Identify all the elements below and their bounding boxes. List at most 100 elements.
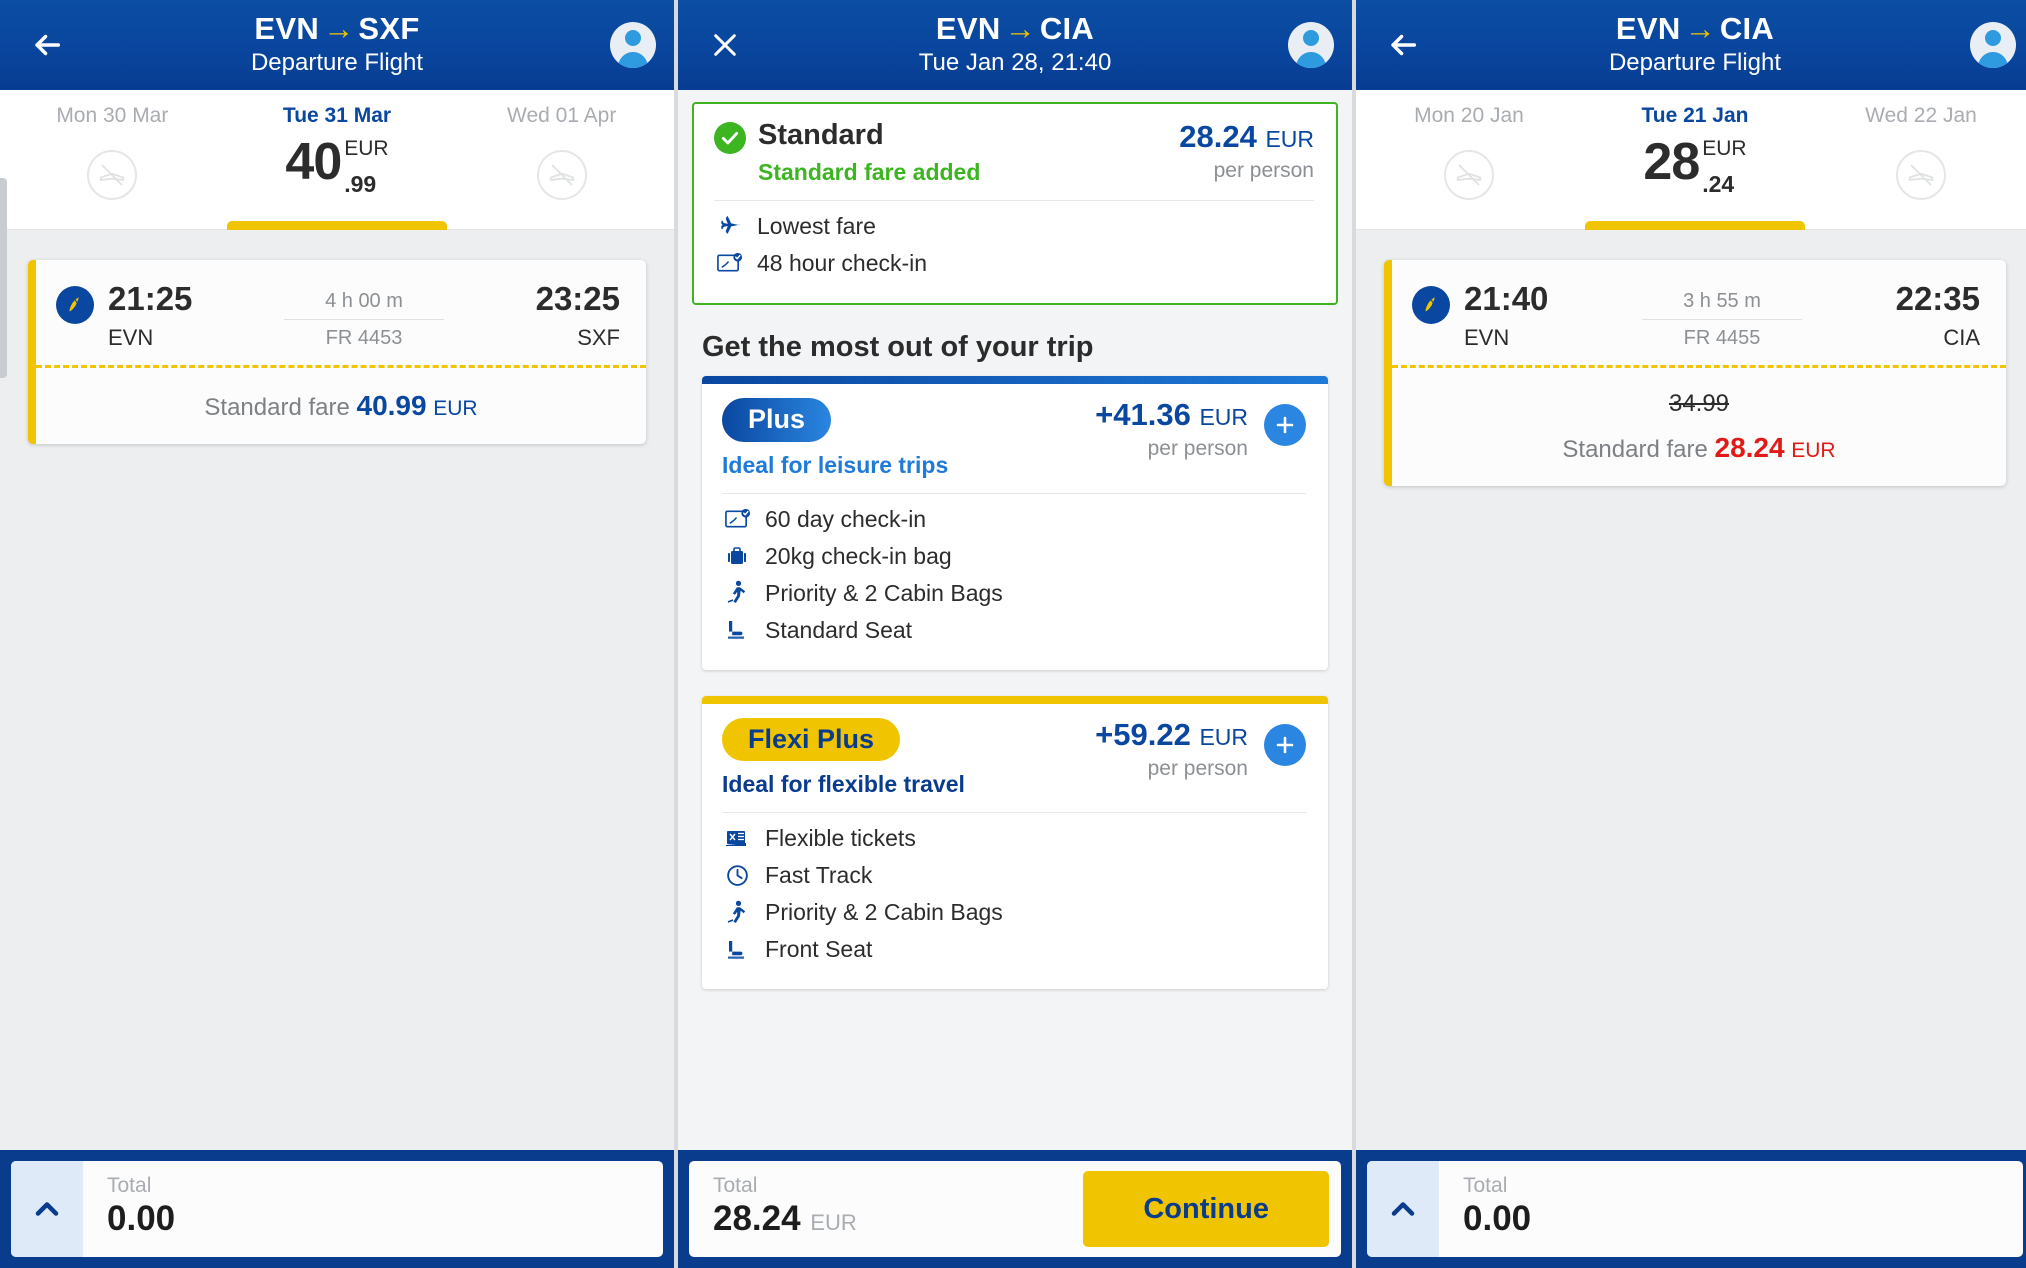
total-label: Total [713,1174,758,1197]
price-decimal: .24 [1702,171,1735,197]
upgrade-card-plus[interactable]: Plus Ideal for leisure trips +41.36 EUR … [702,375,1328,670]
suitcase-icon [722,543,752,569]
account-avatar-icon[interactable] [1970,22,2016,68]
scrollbar-indicator[interactable] [0,178,7,378]
fare-amount: 28.24 [1714,431,1785,463]
card-top-accent [702,375,1328,384]
flight-number: FR 4455 [1683,327,1761,349]
depart-time: 21:25 [108,280,193,317]
route-arrow-icon: → [323,11,355,47]
continue-button[interactable]: Continue [1083,1171,1329,1247]
back-arrow-icon[interactable] [18,16,76,74]
plus-subtitle: Ideal for leisure trips [722,451,949,478]
price-integer: 40 [285,133,342,191]
feature-row: Front Seat [722,936,1306,963]
date-tab[interactable]: Mon 20 Jan [1356,90,1582,229]
plus-circle-icon[interactable] [1264,403,1306,446]
arrive-time: 23:25 [535,280,620,317]
flexi-plus-currency: EUR [1199,723,1248,750]
date-label: Mon 20 Jan [1414,104,1524,127]
feature-row: 48 hour check-in [714,250,1314,277]
center-body: Standard Standard fare added 28.24 EUR p… [678,90,1352,1150]
plus-per-person: per person [1147,436,1248,460]
fare-label: Standard fare [204,393,350,421]
feature-label: Standard Seat [765,616,913,643]
total-currency: EUR [810,1210,857,1235]
account-avatar-icon[interactable] [1288,22,1334,68]
panel-center-fare-upgrade: EVN → CIA Tue Jan 28, 21:40 Standard Stand… [678,0,1352,1268]
flexible-ticket-icon [722,826,752,852]
right-date-strip: Mon 20 Jan Tue 21 Jan 28 EUR .24 Wed 22 … [1356,90,2026,230]
left-route-from: EVN [254,11,320,47]
feature-row: Priority & 2 Cabin Bags [722,899,1306,926]
standard-currency: EUR [1265,126,1314,152]
upgrade-section-title: Get the most out of your trip [702,330,1094,363]
date-label: Tue 31 Mar [282,104,392,127]
no-flight-icon [1444,150,1494,200]
flight-card[interactable]: 21:40 EVN 3 h 55 m FR 4455 22:35 CIA 34.… [1384,260,2006,486]
total-block: Total 0.00 [83,1161,663,1257]
no-flight-icon [536,150,587,200]
total-value: 0.00 [107,1199,176,1238]
priority-walk-icon [722,900,752,926]
standard-fare-card[interactable]: Standard Standard fare added 28.24 EUR p… [692,102,1338,305]
date-tab-selected[interactable]: Tue 21 Jan 28 EUR .24 [1582,90,1808,230]
date-label: Tue 21 Jan [1641,104,1749,127]
center-route: EVN → CIA [919,11,1112,47]
route-arrow-icon: → [1684,11,1716,47]
total-label: Total [107,1174,152,1197]
divider [722,492,1306,494]
flexi-plus-price: +59.22 [1095,716,1191,752]
date-tab-selected[interactable]: Tue 31 Mar 40 EUR .99 [225,90,450,230]
flexi-plus-badge: Flexi Plus [722,717,901,762]
priority-walk-icon [722,580,752,606]
flight-number: FR 4453 [325,327,403,349]
close-x-icon[interactable] [696,16,754,74]
left-header-subtitle: Departure Flight [250,48,424,76]
active-date-underline [1585,221,1805,230]
panel-right-evn-cia: EVN → CIA Departure Flight Mon 20 Jan Tue … [1356,0,2026,1268]
standard-price: 28.24 [1179,119,1257,154]
card-top-accent [702,695,1328,704]
total-block: Total 0.00 [1439,1161,2023,1257]
old-price-strikethrough: 34.99 [1668,389,1730,417]
date-tab[interactable]: Mon 30 Mar [0,90,225,229]
fare-line: Standard fare 40.99 EUR [36,390,646,422]
feature-row: 20kg check-in bag [722,543,1306,570]
standard-title: Standard [758,119,884,151]
date-tab[interactable]: Wed 01 Apr [449,90,674,229]
account-avatar-icon[interactable] [610,22,656,68]
back-arrow-icon[interactable] [1374,16,1432,74]
ryanair-logo-icon [56,286,94,324]
date-tab[interactable]: Wed 22 Jan [1808,90,2026,229]
no-flight-icon [87,150,138,200]
panel-left-evn-sxf: EVN → SXF Departure Flight Mon 30 Mar Tue … [0,0,674,1268]
chevron-up-icon[interactable] [1367,1161,1439,1257]
plus-circle-icon[interactable] [1264,723,1306,766]
right-route: EVN → CIA [1609,11,1781,47]
chevron-up-icon[interactable] [11,1161,83,1257]
airplane-icon [714,213,744,239]
right-header: EVN → CIA Departure Flight [1356,0,2026,90]
route-arrow-icon: → [1004,11,1036,47]
flight-duration: 4 h 00 m [284,290,444,320]
active-date-underline [227,221,447,230]
feature-label: Lowest fare [757,212,876,239]
three-panel-screenshot: EVN → SXF Departure Flight Mon 30 Mar Tue … [0,0,2026,1268]
flexi-plus-subtitle: Ideal for flexible travel [722,771,965,798]
right-card-area: 21:40 EVN 3 h 55 m FR 4455 22:35 CIA 34.… [1356,230,2026,486]
center-header-titles: EVN → CIA Tue Jan 28, 21:40 [678,0,1352,90]
feature-row: Fast Track [722,862,1306,889]
total-label: Total [1463,1174,1508,1197]
left-header-titles: EVN → SXF Departure Flight [0,0,674,90]
upgrade-card-flexi-plus[interactable]: Flexi Plus Ideal for flexible travel +59… [702,695,1328,990]
price-integer: 28 [1643,133,1700,191]
feature-row: 60 day check-in [722,506,1306,533]
fare-line: Standard fare 28.24 EUR [1392,432,2006,464]
total-value: 28.24 [713,1199,801,1238]
date-price: 40 EUR .99 [285,136,388,196]
standard-price-block: 28.24 EUR per person [1179,119,1314,183]
right-route-from: EVN [1615,11,1681,47]
price-currency: EUR [344,137,389,160]
flight-card[interactable]: 21:25 EVN 4 h 00 m FR 4453 23:25 SXF Sta… [28,260,646,444]
